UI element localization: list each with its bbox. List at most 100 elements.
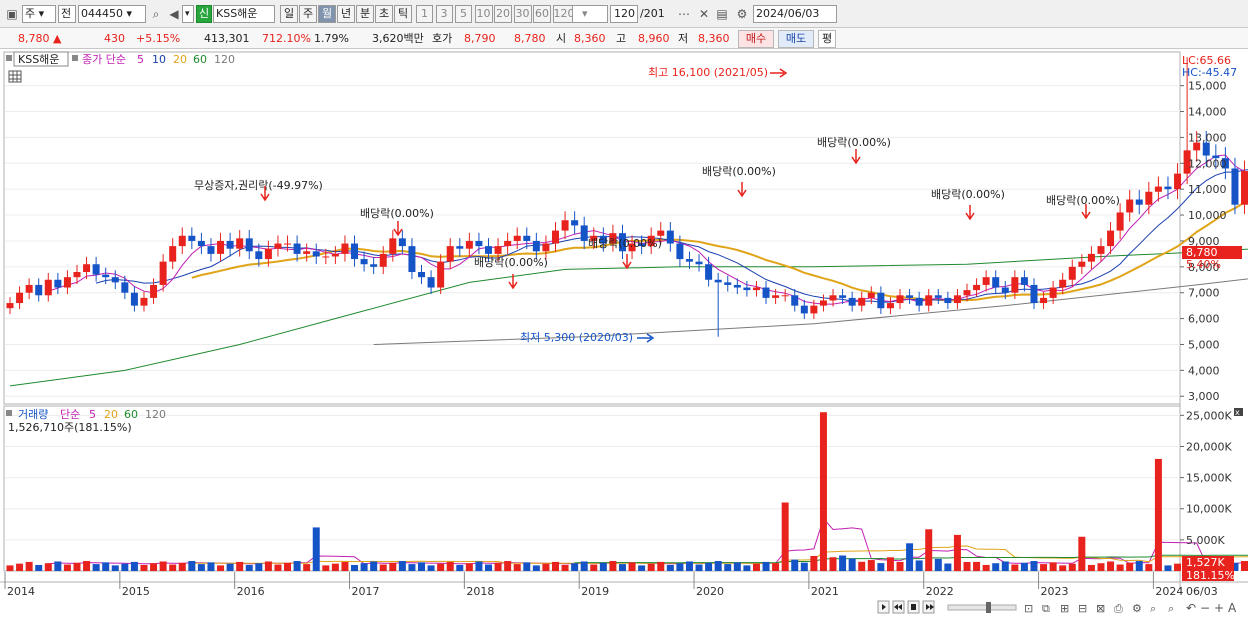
event-label: 배당락(0.00%) <box>817 136 891 149</box>
volume-bar <box>829 557 837 571</box>
date-input[interactable]: 2024/06/03 <box>753 5 837 23</box>
export-icon[interactable]: ⊠ <box>1096 602 1105 615</box>
event-label: 무상증자,권리락(-49.97%) <box>194 179 323 192</box>
volume-bar <box>1145 564 1153 571</box>
split-icon[interactable]: ⊟ <box>1078 602 1087 615</box>
candle-body <box>1020 277 1028 285</box>
period-tab[interactable]: 틱 <box>394 5 412 23</box>
period-tab[interactable]: 일 <box>280 5 298 23</box>
candle-body <box>953 295 961 304</box>
interval-tab[interactable]: 10 <box>474 5 493 23</box>
ma60-label: 60 <box>193 53 207 66</box>
interval-tab[interactable]: 20 <box>494 5 512 23</box>
table-icon[interactable] <box>8 70 22 83</box>
candle-body <box>743 287 751 291</box>
speaker-icon[interactable]: ◀ <box>166 6 182 22</box>
volume-close-icon[interactable]: x <box>1234 408 1243 417</box>
zoom-slider-handle[interactable] <box>986 602 991 613</box>
interval-tab[interactable]: 5 <box>455 5 472 23</box>
candle-body <box>1001 287 1009 293</box>
search-icon[interactable]: ⌕ <box>148 6 164 22</box>
volume-bar <box>839 555 847 571</box>
zoom-slider[interactable] <box>947 604 1017 611</box>
candle-body <box>906 295 914 298</box>
price-tick-label: 10,000 <box>1188 209 1227 222</box>
candle-body <box>446 246 454 262</box>
layout-icon[interactable]: ⊡ <box>1024 602 1033 615</box>
candle-body <box>561 220 569 231</box>
period-tab[interactable]: 초 <box>375 5 393 23</box>
candle-body <box>1202 142 1210 156</box>
volume-bar <box>83 561 91 571</box>
buy-button[interactable]: 매수 <box>738 30 774 48</box>
candle-body <box>102 274 110 278</box>
candle-body <box>1164 186 1172 190</box>
link-icon[interactable]: ⋯ <box>676 6 692 22</box>
market-type-select[interactable]: 주 ▾ <box>22 5 56 23</box>
volume-bar <box>992 563 1000 571</box>
zoom-icon[interactable]: ⌕ <box>1168 602 1174 615</box>
turnover-rate: 1.79% <box>314 32 349 45</box>
undo-icon[interactable]: ↶ <box>1186 601 1196 615</box>
volume-bar <box>178 562 186 571</box>
copy-icon[interactable]: ⊞ <box>1060 602 1069 615</box>
print-icon[interactable]: ⎙ <box>1114 602 1123 615</box>
font-size-icon[interactable]: A <box>1228 601 1237 615</box>
volume-title: 거래량 <box>18 408 48 421</box>
bar-count-input[interactable]: 120 <box>610 5 638 23</box>
search-chart-icon[interactable]: ⌕ <box>1150 602 1156 615</box>
ma20-label: 20 <box>173 53 187 66</box>
ask-price: 8,790 <box>464 32 496 45</box>
save-icon[interactable]: ▤ <box>714 6 730 22</box>
candle-body <box>140 297 148 306</box>
stock-name-field[interactable]: KSS해운 <box>213 5 275 23</box>
volume-bar <box>580 561 588 571</box>
period-tab[interactable]: 주 <box>299 5 317 23</box>
volume-bar <box>599 562 607 571</box>
volume-bar <box>44 563 52 571</box>
sell-button[interactable]: 매도 <box>778 30 814 48</box>
custom-interval-input[interactable]: ▾ <box>572 5 608 23</box>
zoom-out-icon[interactable]: − <box>1200 601 1210 615</box>
volume-ratio: 712.10% <box>262 32 311 45</box>
market-sub-select[interactable]: 전 <box>58 5 76 23</box>
event-label: 배당락(0.00%) <box>474 256 548 269</box>
candle-body <box>121 282 129 293</box>
candle-body <box>360 259 368 265</box>
candle-body <box>207 246 215 254</box>
gear-icon[interactable]: ⚙ <box>734 6 750 22</box>
code-input[interactable]: 044450 ▾ <box>78 5 146 23</box>
year-label: 2014 <box>7 585 35 598</box>
compare-icon[interactable]: ⧉ <box>1042 602 1050 615</box>
candle-body <box>264 248 272 260</box>
volume-bar <box>551 561 559 571</box>
volume-bar <box>791 559 799 571</box>
window-menu-icon[interactable]: ▣ <box>4 6 20 22</box>
settings-icon[interactable]: ⚙ <box>1132 602 1142 615</box>
price-chart[interactable]: 15,00014,00013,00012,00011,00010,0009,00… <box>0 49 1248 621</box>
candle-body <box>1068 266 1076 280</box>
interval-tab[interactable]: 1 <box>416 5 433 23</box>
volume-bar <box>236 561 244 571</box>
zoom-in-icon[interactable]: + <box>1214 601 1224 615</box>
interval-tab[interactable]: 30 <box>513 5 532 23</box>
low-label: 저 <box>678 32 689 45</box>
volume-bar <box>264 561 272 571</box>
volume-bar <box>781 502 789 571</box>
volume-bar <box>322 565 330 571</box>
year-label: 2015 <box>122 585 150 598</box>
history-select[interactable]: ▾ <box>182 5 194 23</box>
volume-bar <box>963 561 971 571</box>
period-tab[interactable]: 분 <box>356 5 374 23</box>
period-tab[interactable]: 년 <box>337 5 355 23</box>
volume-bar <box>150 563 158 571</box>
volume-bar <box>226 563 234 571</box>
crosshair-icon[interactable]: ✕ <box>696 6 712 22</box>
interval-tab[interactable]: 3 <box>435 5 453 23</box>
eval-button[interactable]: 평 <box>818 30 836 48</box>
candle-body <box>657 230 665 236</box>
volume-bar <box>217 565 225 571</box>
period-tab[interactable]: 월 <box>318 5 336 23</box>
candle-body <box>714 279 722 283</box>
interval-tab[interactable]: 60 <box>533 5 551 23</box>
